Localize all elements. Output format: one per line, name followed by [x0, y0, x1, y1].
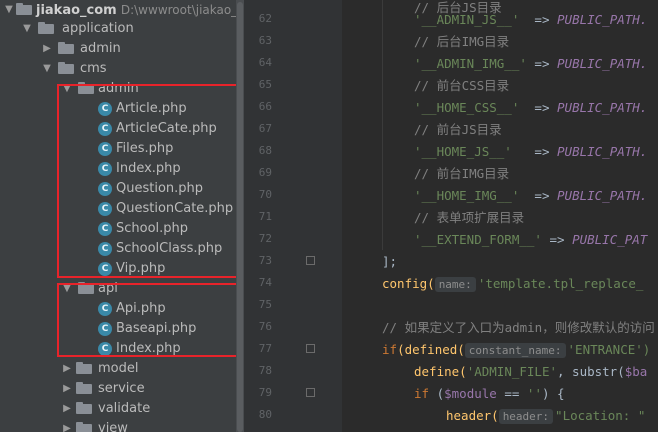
- line-number: 69: [258, 166, 272, 179]
- param-hint: header:: [498, 409, 554, 424]
- highlight-box-admin: [57, 84, 244, 278]
- code-line: // 后台IMG目录: [414, 34, 510, 49]
- chevron-down-icon[interactable]: ▼: [4, 0, 14, 20]
- code-line: // 前台IMG目录: [414, 166, 510, 181]
- folder-icon: [76, 362, 92, 374]
- fold-marker-icon[interactable]: [306, 344, 315, 353]
- line-number: 65: [258, 78, 272, 91]
- chevron-right-icon[interactable]: ▶: [42, 39, 52, 59]
- tree-row-root[interactable]: ▼ jiakao_com D:\wwwroot\jiakao_co: [0, 0, 244, 20]
- chevron-right-icon[interactable]: ▶: [62, 359, 72, 379]
- folder-icon: [76, 382, 92, 394]
- line-number: 76: [258, 320, 272, 333]
- tree-row-model[interactable]: ▶ model: [0, 359, 236, 379]
- line-number: 78: [258, 364, 272, 377]
- code-line: define('ADMIN_FILE', substr($ba: [414, 364, 648, 379]
- tree-row-cms[interactable]: ▼ cms: [0, 59, 236, 79]
- param-hint: name:: [434, 277, 476, 292]
- project-path: D:\wwwroot\jiakao_co: [120, 3, 244, 17]
- line-number: 80: [258, 408, 272, 421]
- fold-marker-icon[interactable]: [306, 256, 315, 265]
- code-line: if(defined(constant_name: 'ENTRANCE'): [382, 342, 651, 358]
- folder-icon: [58, 42, 74, 54]
- code-editor[interactable]: // 后台JS目录 '__ADMIN_JS__' => PUBLIC_PATH.…: [342, 0, 658, 432]
- tree-row-admin[interactable]: ▶ admin: [0, 39, 236, 59]
- line-number: 74: [258, 276, 272, 289]
- chevron-down-icon[interactable]: ▼: [42, 59, 52, 79]
- line-number: 75: [258, 298, 272, 311]
- tree-label: admin: [80, 41, 121, 56]
- code-line: '__HOME_IMG__' => PUBLIC_PATH.: [414, 188, 648, 203]
- project-name: jiakao_com: [36, 3, 117, 18]
- line-number: 64: [258, 56, 272, 69]
- folder-icon: [38, 22, 54, 34]
- line-number: 79: [258, 386, 272, 399]
- tree-scrollbar-thumb[interactable]: [237, 2, 243, 432]
- code-line: // 前台JS目录: [414, 122, 502, 137]
- tree-label: cms: [80, 61, 107, 76]
- tree-label: validate: [98, 401, 151, 416]
- tree-label: application: [62, 21, 134, 36]
- indent-guide: [382, 0, 383, 250]
- line-number: 66: [258, 100, 272, 113]
- line-number: 63: [258, 34, 272, 47]
- project-tree-panel: ▼ jiakao_com D:\wwwroot\jiakao_co ▼ appl…: [0, 0, 244, 432]
- chevron-down-icon[interactable]: ▼: [22, 19, 32, 39]
- line-number: 70: [258, 188, 272, 201]
- code-line: '__HOME_CSS__' => PUBLIC_PATH.: [414, 100, 648, 115]
- folder-icon: [58, 62, 74, 74]
- code-line: '__HOME_JS__' => PUBLIC_PATH.: [414, 144, 648, 159]
- tree-row-application[interactable]: ▼ application: [0, 19, 236, 39]
- param-hint: constant_name:: [464, 343, 566, 358]
- chevron-right-icon[interactable]: ▶: [62, 419, 72, 432]
- tree-row-view[interactable]: ▶ view: [0, 419, 236, 432]
- code-line: '__ADMIN_IMG__' => PUBLIC_PATH.: [414, 56, 648, 71]
- tree-label: service: [98, 381, 145, 396]
- code-line: header(header: "Location: ": [446, 408, 646, 424]
- line-number: 72: [258, 232, 272, 245]
- chevron-right-icon[interactable]: ▶: [62, 399, 72, 419]
- code-line: ];: [382, 254, 398, 269]
- line-number: 77: [258, 342, 272, 355]
- folder-icon: [16, 3, 32, 15]
- line-number: 67: [258, 122, 272, 135]
- highlight-box-api: [57, 283, 244, 357]
- line-number: 68: [258, 144, 272, 157]
- folder-icon: [76, 422, 92, 432]
- code-line: config(name:'template.tpl_replace_: [382, 276, 644, 292]
- fold-marker-icon[interactable]: [306, 388, 315, 397]
- folder-icon: [76, 402, 92, 414]
- code-line: // 如果定义了入口为admin，则修改默认的访问: [382, 320, 655, 335]
- tree-row-service[interactable]: ▶ service: [0, 379, 236, 399]
- tree-label: model: [98, 361, 139, 376]
- tree-label: view: [98, 421, 128, 432]
- code-line: if ($module == '') {: [414, 386, 565, 401]
- line-number: 71: [258, 210, 272, 223]
- chevron-right-icon[interactable]: ▶: [62, 379, 72, 399]
- code-line: '__ADMIN_JS__' => PUBLIC_PATH.: [414, 12, 648, 27]
- line-number: 62: [258, 12, 272, 25]
- code-line: '__EXTEND_FORM__' => PUBLIC_PAT: [414, 232, 648, 247]
- code-line: // 前台CSS目录: [414, 78, 510, 93]
- code-line: // 表单项扩展目录: [414, 210, 525, 225]
- tree-row-validate[interactable]: ▶ validate: [0, 399, 236, 419]
- line-number: 73: [258, 254, 272, 267]
